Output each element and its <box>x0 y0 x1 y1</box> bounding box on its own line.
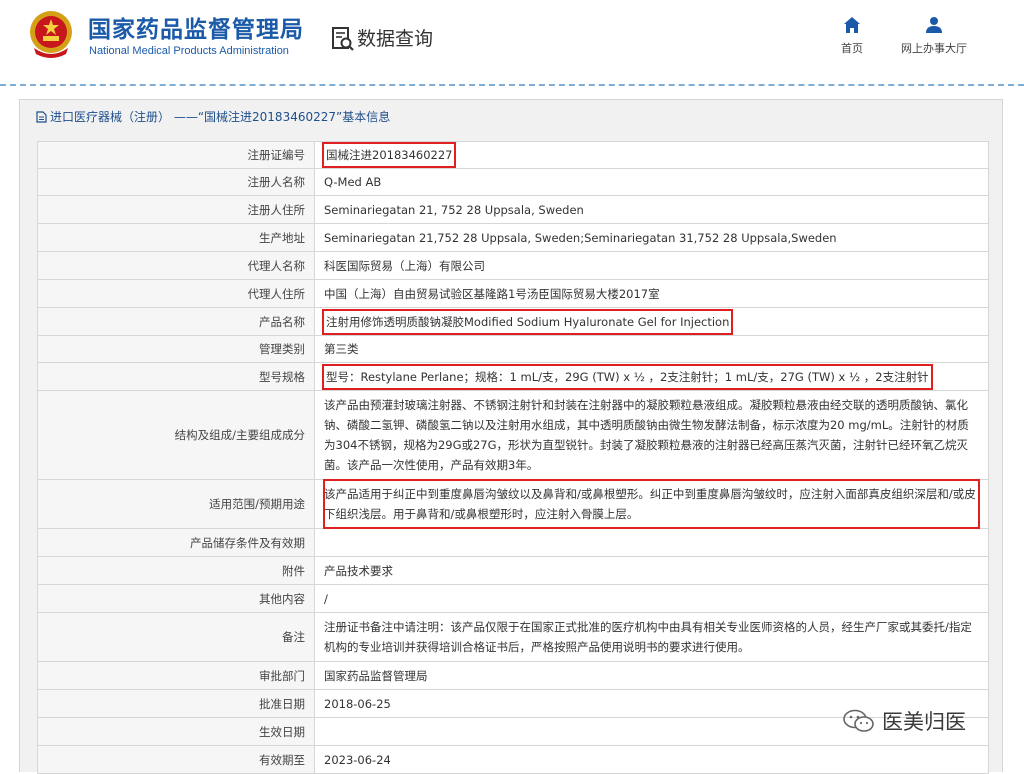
field-label: 审批部门 <box>37 661 315 690</box>
highlighted-value: 注射用修饰透明质酸钠凝胶Modified Sodium Hyaluronate … <box>321 308 734 335</box>
document-icon <box>36 110 47 123</box>
field-value: Seminariegatan 21, 752 28 Uppsala, Swede… <box>314 195 989 224</box>
wechat-watermark: 医美归医 <box>842 706 966 736</box>
nav-home-label: 首页 <box>841 42 863 55</box>
site-header: 国家药品监督管理局 National Medical Products Admi… <box>0 0 1024 84</box>
field-label: 结构及组成/主要组成成分 <box>37 390 315 480</box>
field-label: 产品名称 <box>37 307 315 336</box>
multiline-value: 注册证书备注中请注明：该产品仅限于在国家正式批准的医疗机构中由具有相关专业医师资… <box>324 620 972 654</box>
field-value: 国家药品监督管理局 <box>314 661 989 690</box>
table-row: 生产地址 Seminariegatan 21,752 28 Uppsala, S… <box>37 223 989 252</box>
table-row: 其他内容 / <box>37 584 989 613</box>
table-row: 代理人住所 中国（上海）自由贸易试验区基隆路1号汤臣国际贸易大楼2017室 <box>37 279 989 308</box>
breadcrumb: 进口医疗器械（注册） ——“国械注进20183460227”基本信息 <box>36 108 390 125</box>
field-label: 适用范围/预期用途 <box>37 479 315 529</box>
table-row: 适用范围/预期用途 该产品适用于纠正中到重度鼻唇沟皱纹以及鼻背和/或鼻根塑形。纠… <box>37 479 989 529</box>
field-label: 有效期至 <box>37 745 315 774</box>
table-row: 注册人住所 Seminariegatan 21, 752 28 Uppsala,… <box>37 195 989 224</box>
field-label: 附件 <box>37 556 315 585</box>
field-label: 管理类别 <box>37 335 315 363</box>
nav-hall-label: 网上办事大厅 <box>901 42 967 55</box>
field-value: Seminariegatan 21,752 28 Uppsala, Sweden… <box>314 223 989 252</box>
table-row: 型号规格 型号：Restylane Perlane；规格：1 mL/支，29G … <box>37 362 989 391</box>
table-row: 注册人名称 Q-Med AB <box>37 168 989 196</box>
field-label: 生效日期 <box>37 717 315 746</box>
field-label: 其他内容 <box>37 584 315 613</box>
field-label: 代理人名称 <box>37 251 315 280</box>
registration-info-table: 注册证编号 国械注进20183460227 注册人名称 Q-Med AB 注册人… <box>37 141 989 774</box>
field-value: / <box>314 584 989 613</box>
table-row: 审批部门 国家药品监督管理局 <box>37 661 989 690</box>
table-row: 注册证编号 国械注进20183460227 <box>37 141 989 169</box>
multiline-value: 该产品由预灌封玻璃注射器、不锈钢注射针和封装在注射器中的凝胶颗粒悬液组成。凝胶颗… <box>324 398 969 472</box>
field-value: 国械注进20183460227 <box>314 141 989 169</box>
national-emblem-icon <box>30 11 72 58</box>
field-label: 生产地址 <box>37 223 315 252</box>
field-value: Q-Med AB <box>314 168 989 196</box>
user-icon <box>926 17 942 33</box>
table-row: 产品名称 注射用修饰透明质酸钠凝胶Modified Sodium Hyaluro… <box>37 307 989 336</box>
site-title-cn: 国家药品监督管理局 <box>88 17 304 43</box>
field-value: 注册证书备注中请注明：该产品仅限于在国家正式批准的医疗机构中由具有相关专业医师资… <box>314 612 989 662</box>
field-value: 中国（上海）自由贸易试验区基隆路1号汤臣国际贸易大楼2017室 <box>314 279 989 308</box>
header-divider <box>0 84 1024 86</box>
table-row: 有效期至 2023-06-24 <box>37 745 989 774</box>
field-label: 代理人住所 <box>37 279 315 308</box>
data-query-icon[interactable] <box>331 26 355 52</box>
highlighted-value: 型号：Restylane Perlane；规格：1 mL/支，29G (TW) … <box>322 363 933 390</box>
table-row: 代理人名称 科医国际贸易（上海）有限公司 <box>37 251 989 280</box>
field-value: 科医国际贸易（上海）有限公司 <box>314 251 989 280</box>
field-label: 注册人名称 <box>37 168 315 196</box>
highlighted-multiline-value: 该产品适用于纠正中到重度鼻唇沟皱纹以及鼻背和/或鼻根塑形。纠正中到重度鼻唇沟皱纹… <box>323 479 980 529</box>
site-title-en: National Medical Products Administration <box>89 45 289 57</box>
field-label: 批准日期 <box>37 689 315 718</box>
field-value: 2023-06-24 <box>314 745 989 774</box>
field-label: 备注 <box>37 612 315 662</box>
breadcrumb-text: 进口医疗器械（注册） ——“国械注进20183460227”基本信息 <box>50 110 391 124</box>
field-label: 注册人住所 <box>37 195 315 224</box>
field-value: 型号：Restylane Perlane；规格：1 mL/支，29G (TW) … <box>314 362 989 391</box>
detail-panel: 进口医疗器械（注册） ——“国械注进20183460227”基本信息 注册证编号… <box>19 99 1003 774</box>
table-row: 结构及组成/主要组成成分 该产品由预灌封玻璃注射器、不锈钢注射针和封装在注射器中… <box>37 390 989 480</box>
wechat-icon <box>843 709 874 732</box>
field-value: 产品技术要求 <box>314 556 989 585</box>
field-label: 注册证编号 <box>37 141 315 169</box>
field-value: 第三类 <box>314 335 989 363</box>
table-row: 附件 产品技术要求 <box>37 556 989 585</box>
field-value: 该产品由预灌封玻璃注射器、不锈钢注射针和封装在注射器中的凝胶颗粒悬液组成。凝胶颗… <box>314 390 989 480</box>
table-row: 管理类别 第三类 <box>37 335 989 363</box>
table-row: 备注 注册证书备注中请注明：该产品仅限于在国家正式批准的医疗机构中由具有相关专业… <box>37 612 989 662</box>
watermark-text: 医美归医 <box>882 710 966 734</box>
nav-online-service-hall[interactable]: 网上办事大厅 <box>896 16 972 56</box>
field-value <box>314 528 989 557</box>
data-query-link[interactable]: 数据查询 <box>357 24 433 51</box>
field-value: 该产品适用于纠正中到重度鼻唇沟皱纹以及鼻背和/或鼻根塑形。纠正中到重度鼻唇沟皱纹… <box>314 479 989 529</box>
highlighted-value: 国械注进20183460227 <box>321 142 457 168</box>
table-row: 产品储存条件及有效期 <box>37 528 989 557</box>
field-label: 产品储存条件及有效期 <box>37 528 315 557</box>
home-icon <box>844 17 860 33</box>
field-label: 型号规格 <box>37 362 315 391</box>
field-value: 注射用修饰透明质酸钠凝胶Modified Sodium Hyaluronate … <box>314 307 989 336</box>
nav-home[interactable]: 首页 <box>834 16 870 56</box>
